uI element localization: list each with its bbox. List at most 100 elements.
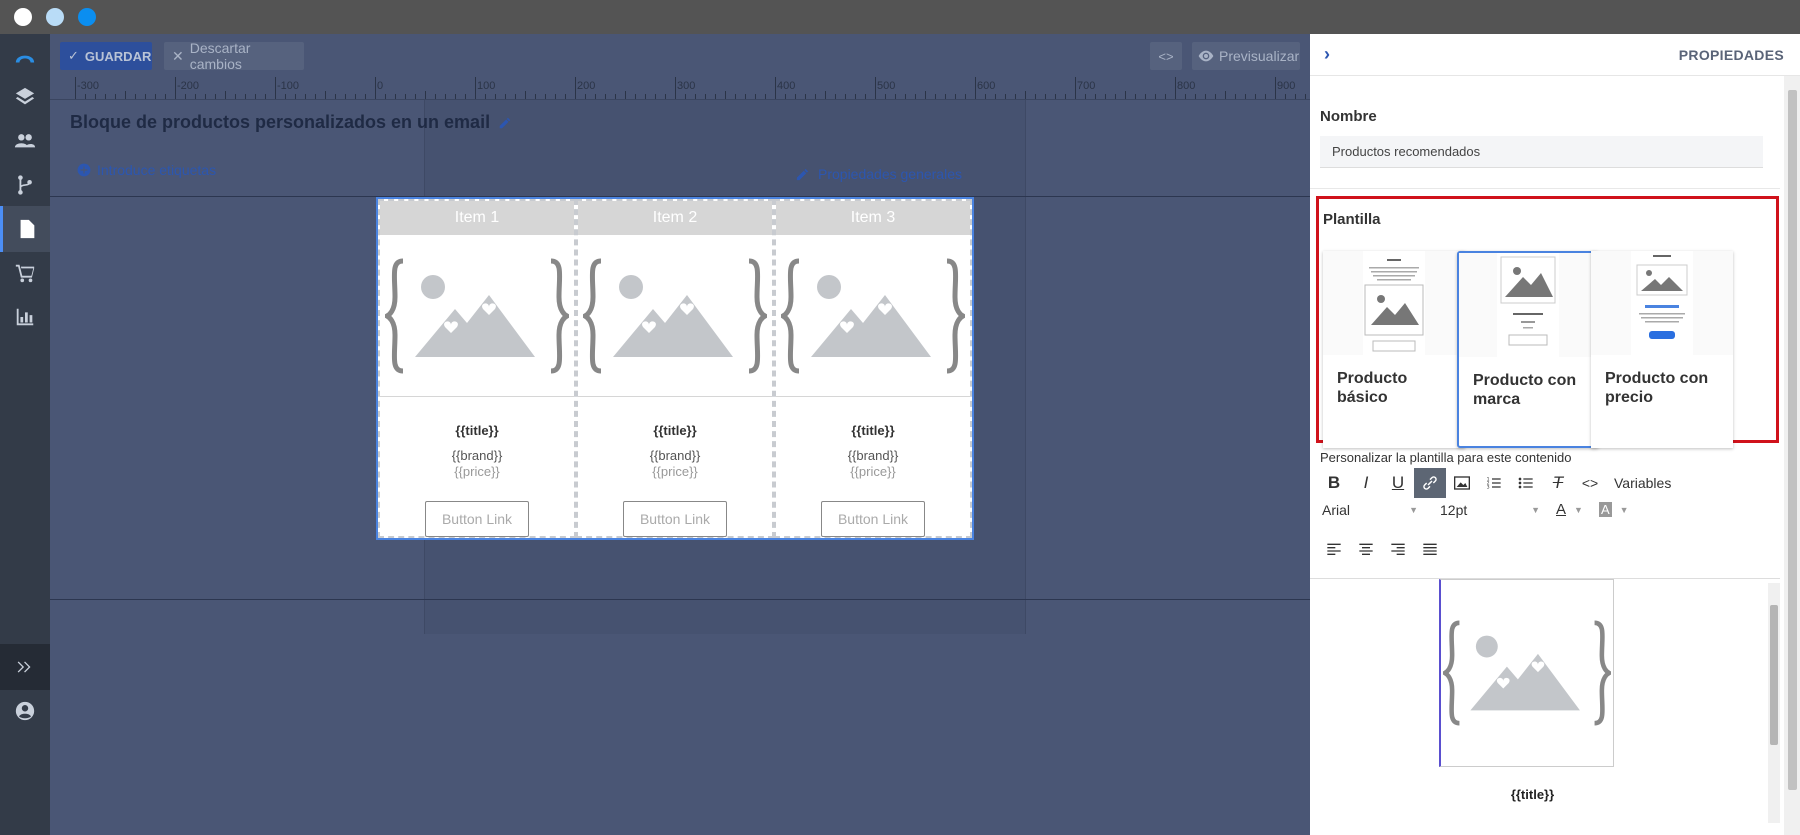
image-placeholder-icon[interactable] <box>380 235 574 397</box>
ruler-tick <box>545 94 546 99</box>
item-button-link[interactable]: Button Link <box>623 501 727 537</box>
source-code-button[interactable]: <> <box>1574 468 1606 498</box>
item-button-link[interactable]: Button Link <box>425 501 529 537</box>
ruler-tick <box>1055 94 1056 99</box>
ruler-tick <box>375 77 376 99</box>
panel-scrollbar-thumb[interactable] <box>1788 90 1797 790</box>
products-block[interactable]: Item 1 {{title}} {{brand}} {{price}} But… <box>376 197 974 540</box>
ruler-tick <box>275 77 276 99</box>
ruler-tick <box>935 94 936 99</box>
text-color-icon: A <box>1556 501 1567 518</box>
ruler-tick <box>265 94 266 99</box>
ruler-tick <box>105 94 106 99</box>
shopping-cart-icon[interactable] <box>0 250 50 296</box>
contacts-icon[interactable] <box>0 118 50 164</box>
image-placeholder-icon[interactable] <box>776 235 970 397</box>
align-left-button[interactable] <box>1318 534 1350 564</box>
window-maximize-dot[interactable] <box>78 8 96 26</box>
add-tags-link[interactable]: Introduce etiquetas <box>77 162 216 178</box>
text-color-select[interactable]: A ▼ <box>1556 501 1583 518</box>
content-document-icon[interactable] <box>0 206 50 252</box>
font-family-select[interactable]: Arial ▼ <box>1318 502 1418 518</box>
general-properties-link[interactable]: Propiedades generales <box>795 166 962 182</box>
ruler-tick <box>975 77 976 99</box>
editor-toolbar-row-1: B I U 123 T <> Variables <box>1318 468 1671 498</box>
item-button-link[interactable]: Button Link <box>821 501 925 537</box>
chevron-down-icon: ▼ <box>1619 504 1629 515</box>
item-price: {{price}} <box>850 464 896 479</box>
template-card-price[interactable]: Producto con precio <box>1591 251 1733 448</box>
template-name: Producto con marca <box>1473 372 1577 408</box>
underline-button[interactable]: U <box>1382 468 1414 498</box>
ruler-tick <box>735 94 736 99</box>
justify-icon <box>1423 543 1437 555</box>
image-placeholder-icon[interactable] <box>578 235 772 397</box>
ruler-tick <box>725 91 726 99</box>
ruler-tick <box>1075 77 1076 99</box>
clear-format-button[interactable]: T <box>1542 468 1574 498</box>
ruler-tick <box>1125 91 1126 99</box>
product-item-2[interactable]: Item 2 {{title}} {{brand}} {{price}} But… <box>576 199 774 538</box>
ruler-tick <box>1215 94 1216 99</box>
ruler-tick <box>1225 91 1226 99</box>
editor-scrollbar-thumb[interactable] <box>1770 605 1778 745</box>
layers-icon[interactable] <box>0 74 50 120</box>
template-editor-area[interactable]: {{title}} <box>1310 578 1780 835</box>
template-card-basic[interactable]: Producto básico <box>1323 251 1465 448</box>
collapse-panel-chevron-icon[interactable]: › <box>1324 44 1330 65</box>
template-label: Plantilla <box>1323 211 1381 228</box>
font-size-select[interactable]: 12pt ▼ <box>1440 502 1540 518</box>
ruler-tick <box>1135 94 1136 99</box>
preview-button[interactable]: Previsualizar <box>1192 42 1300 70</box>
bold-button[interactable]: B <box>1318 468 1350 498</box>
align-right-button[interactable] <box>1382 534 1414 564</box>
expand-sidebar-icon[interactable] <box>0 644 50 690</box>
align-center-button[interactable] <box>1350 534 1382 564</box>
user-account-icon[interactable] <box>0 688 50 734</box>
chevron-down-icon: ▼ <box>1574 504 1583 515</box>
highlight-color-select[interactable]: A ▼ <box>1598 502 1629 517</box>
align-right-icon <box>1391 543 1405 555</box>
link-button[interactable] <box>1414 468 1446 498</box>
panel-scrollbar[interactable] <box>1784 76 1800 835</box>
image-placeholder-icon[interactable] <box>1439 579 1614 767</box>
name-input[interactable] <box>1320 136 1763 168</box>
automation-flow-icon[interactable] <box>0 162 50 208</box>
window-close-dot[interactable] <box>14 8 32 26</box>
edit-pencil-icon[interactable] <box>498 116 512 130</box>
ruler-tick <box>1105 94 1106 99</box>
variables-menu[interactable]: Variables <box>1614 475 1671 491</box>
add-circle-icon <box>77 163 91 177</box>
italic-button[interactable]: I <box>1350 468 1382 498</box>
product-item-1[interactable]: Item 1 {{title}} {{brand}} {{price}} But… <box>378 199 576 538</box>
product-item-3[interactable]: Item 3 {{title}} {{brand}} {{price}} But… <box>774 199 972 538</box>
template-card-brand[interactable]: Producto con marca <box>1457 251 1599 448</box>
properties-panel: › PROPIEDADES Nombre Plantilla Producto … <box>1310 34 1800 835</box>
ruler-tick <box>1285 94 1286 99</box>
ruler-tick <box>115 94 116 99</box>
ordered-list-button[interactable]: 123 <box>1478 468 1510 498</box>
discard-changes-button[interactable]: ✕ Descartar cambios <box>164 40 304 72</box>
ruler-tick <box>1175 77 1176 99</box>
ruler-tick <box>395 94 396 99</box>
ruler-tick <box>305 94 306 99</box>
ruler-tick <box>1255 94 1256 99</box>
analytics-chart-icon[interactable] <box>0 294 50 340</box>
customize-template-label: Personalizar la plantilla para este cont… <box>1320 450 1572 465</box>
insert-image-button[interactable] <box>1446 468 1478 498</box>
chevron-down-icon: ▼ <box>1531 504 1540 515</box>
window-minimize-dot[interactable] <box>46 8 64 26</box>
ruler-tick <box>875 77 876 99</box>
close-icon: ✕ <box>172 47 184 64</box>
item-brand: {{brand}} <box>847 448 899 463</box>
justify-button[interactable] <box>1414 534 1446 564</box>
editor-main: ✓ GUARDAR ✕ Descartar cambios <> Previsu… <box>50 34 1310 835</box>
panel-title: PROPIEDADES <box>1678 46 1784 63</box>
code-view-button[interactable]: <> <box>1150 42 1182 70</box>
editor-scrollbar[interactable] <box>1768 583 1780 823</box>
ruler-tick <box>415 94 416 99</box>
panel-header: › PROPIEDADES <box>1310 34 1800 76</box>
ruler-tick <box>215 94 216 99</box>
bullet-list-button[interactable] <box>1510 468 1542 498</box>
save-button[interactable]: ✓ GUARDAR <box>60 42 152 70</box>
